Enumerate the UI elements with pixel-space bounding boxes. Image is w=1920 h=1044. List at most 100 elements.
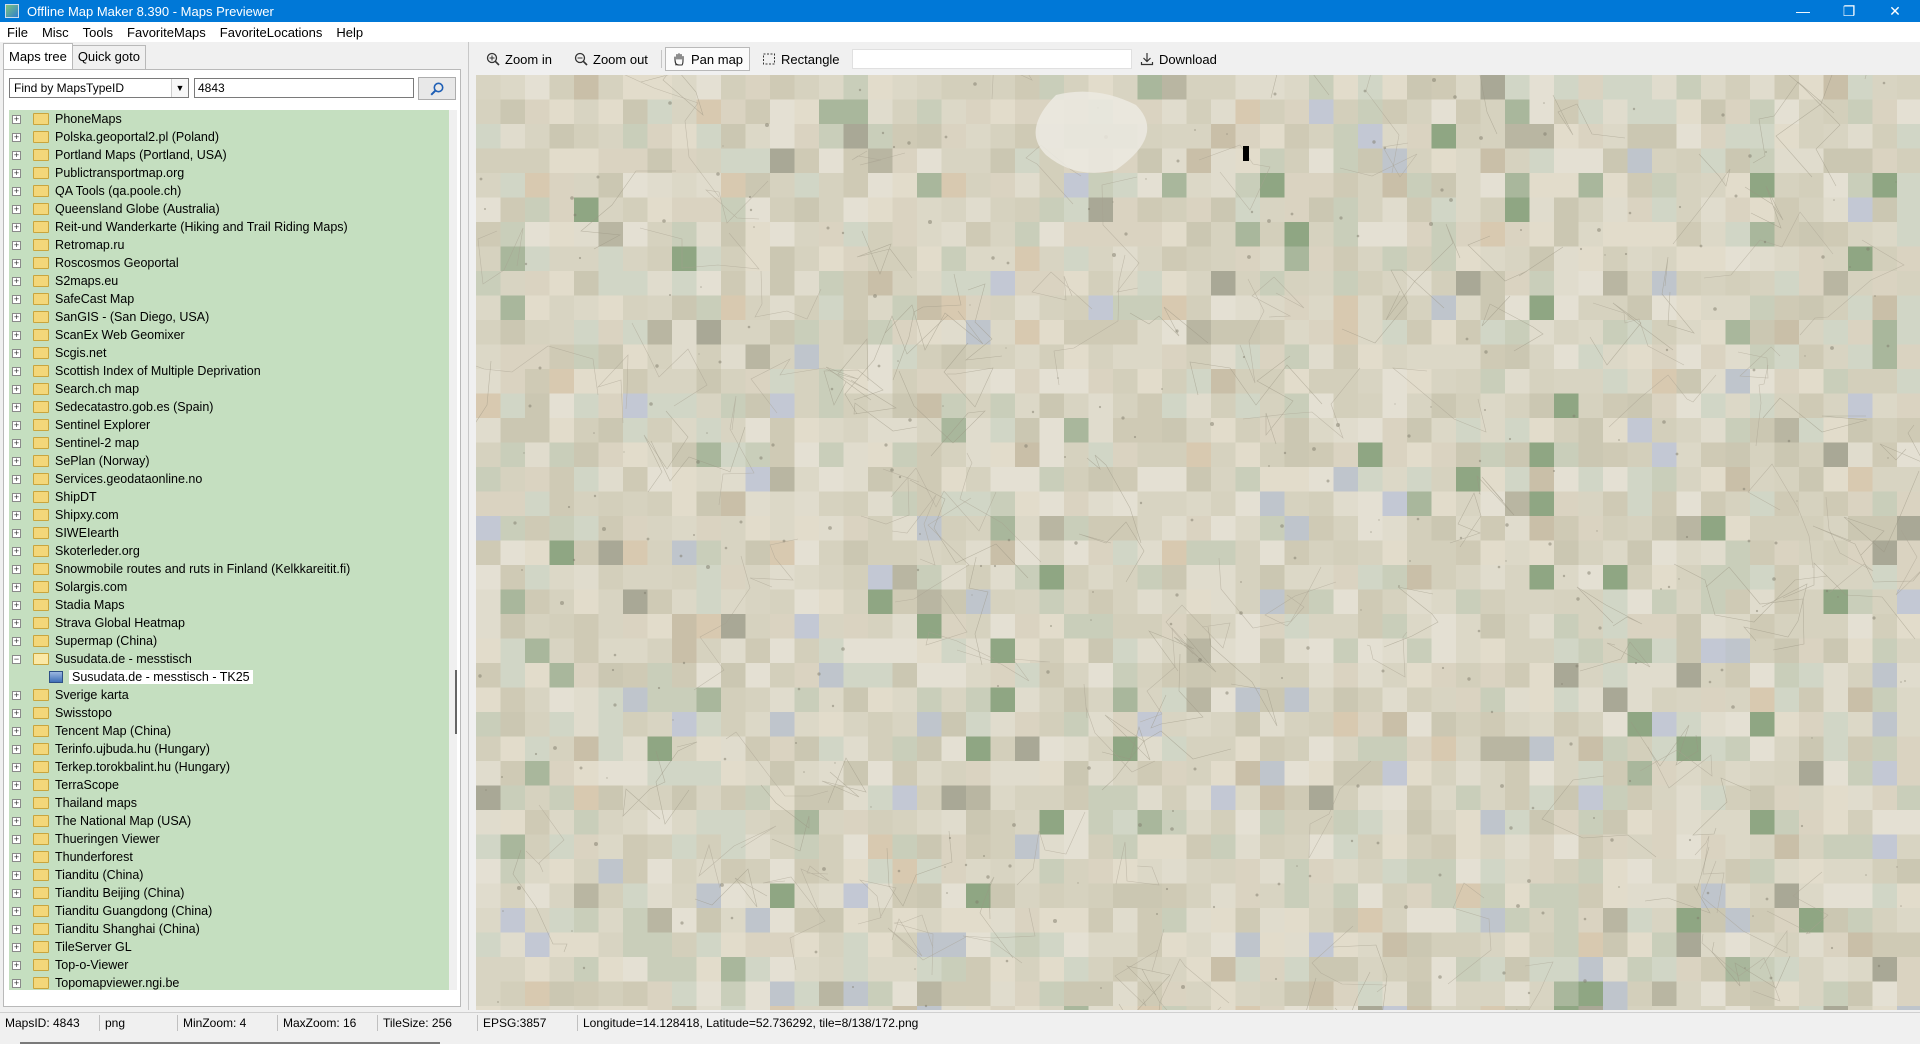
expand-icon[interactable]: +	[12, 240, 21, 250]
expand-icon[interactable]: +	[12, 456, 21, 466]
tree-item[interactable]: + Tianditu Beijing (China)	[9, 884, 449, 902]
expand-icon[interactable]: +	[12, 276, 21, 286]
tree-item[interactable]: + TileServer GL	[9, 938, 449, 956]
expand-icon[interactable]: +	[12, 258, 21, 268]
tree-item[interactable]: + Search.ch map	[9, 380, 449, 398]
tree-item[interactable]: + SanGIS - (San Diego, USA)	[9, 308, 449, 326]
expand-icon[interactable]: +	[12, 708, 21, 718]
tree-vertical-scrollbar[interactable]	[449, 110, 457, 990]
tree-item[interactable]: + Sverige karta	[9, 686, 449, 704]
expand-icon[interactable]: +	[12, 600, 21, 610]
expand-icon[interactable]: +	[12, 618, 21, 628]
tree-item[interactable]: + Top-o-Viewer	[9, 956, 449, 974]
tree-item[interactable]: + ShipDT	[9, 488, 449, 506]
map-canvas[interactable]	[476, 75, 1920, 1010]
menu-file[interactable]: File	[0, 25, 35, 40]
expand-icon[interactable]: +	[12, 492, 21, 502]
expand-icon[interactable]: +	[12, 960, 21, 970]
zoom-in-button[interactable]: Zoom in	[486, 47, 552, 71]
tree-item[interactable]: + ScanEx Web Geomixer	[9, 326, 449, 344]
expand-icon[interactable]: +	[12, 438, 21, 448]
expand-icon[interactable]: +	[12, 312, 21, 322]
download-button[interactable]: Download	[1140, 47, 1217, 71]
tree-item[interactable]: + Thunderforest	[9, 848, 449, 866]
find-mode-select[interactable]: Find by MapsTypeID ▼	[9, 78, 189, 98]
minimize-button[interactable]: —	[1780, 0, 1826, 22]
tree-item[interactable]: + TerraScope	[9, 776, 449, 794]
expand-icon[interactable]: +	[12, 564, 21, 574]
menu-favorite-maps[interactable]: FavoriteMaps	[120, 25, 213, 40]
tree-item[interactable]: + Swisstopo	[9, 704, 449, 722]
tree-item[interactable]: + Thailand maps	[9, 794, 449, 812]
menu-favorite-locations[interactable]: FavoriteLocations	[213, 25, 330, 40]
tree-item[interactable]: + Portland Maps (Portland, USA)	[9, 146, 449, 164]
maximize-button[interactable]: ❐	[1826, 0, 1872, 22]
tree-item[interactable]: + Scgis.net	[9, 344, 449, 362]
tree-item[interactable]: + SafeCast Map	[9, 290, 449, 308]
expand-icon[interactable]: +	[12, 366, 21, 376]
tree-item[interactable]: + PhoneMaps	[9, 110, 449, 128]
expand-icon[interactable]: +	[12, 762, 21, 772]
expand-icon[interactable]: +	[12, 474, 21, 484]
expand-icon[interactable]: +	[12, 402, 21, 412]
expand-icon[interactable]: +	[12, 384, 21, 394]
search-button[interactable]	[418, 77, 456, 100]
tree-item[interactable]: + Strava Global Heatmap	[9, 614, 449, 632]
tree-item[interactable]: + Topomapviewer.ngi.be	[9, 974, 449, 990]
tree-item[interactable]: + SIWEIearth	[9, 524, 449, 542]
expand-icon[interactable]: +	[12, 726, 21, 736]
expand-icon[interactable]: +	[12, 222, 21, 232]
expand-icon[interactable]: +	[12, 546, 21, 556]
expand-icon[interactable]: +	[12, 528, 21, 538]
expand-icon[interactable]: +	[12, 906, 21, 916]
tree-scroll-thumb[interactable]	[455, 670, 457, 734]
expand-icon[interactable]: +	[12, 114, 21, 124]
tree-item[interactable]: + Thueringen Viewer	[9, 830, 449, 848]
expand-icon[interactable]: +	[12, 204, 21, 214]
expand-icon[interactable]: +	[12, 690, 21, 700]
collapse-icon[interactable]: −	[12, 654, 21, 664]
tree-item[interactable]: + Reit-und Wanderkarte (Hiking and Trail …	[9, 218, 449, 236]
expand-icon[interactable]: +	[12, 330, 21, 340]
tree-item[interactable]: + Shipxy.com	[9, 506, 449, 524]
menu-tools[interactable]: Tools	[76, 25, 120, 40]
expand-icon[interactable]: +	[12, 870, 21, 880]
tree-item[interactable]: + Tianditu (China)	[9, 866, 449, 884]
menu-help[interactable]: Help	[329, 25, 370, 40]
tree-item[interactable]: + Sentinel Explorer	[9, 416, 449, 434]
tree-item[interactable]: + Tianditu Guangdong (China)	[9, 902, 449, 920]
close-button[interactable]: ✕	[1872, 0, 1918, 22]
tree-item[interactable]: + Roscosmos Geoportal	[9, 254, 449, 272]
expand-icon[interactable]: +	[12, 510, 21, 520]
expand-icon[interactable]: +	[12, 420, 21, 430]
tree-item[interactable]: + Retromap.ru	[9, 236, 449, 254]
tree-item[interactable]: + Terinfo.ujbuda.hu (Hungary)	[9, 740, 449, 758]
tree-item[interactable]: + Tencent Map (China)	[9, 722, 449, 740]
tree-item[interactable]: + Sedecatastro.gob.es (Spain)	[9, 398, 449, 416]
expand-icon[interactable]: +	[12, 168, 21, 178]
search-input[interactable]	[194, 78, 414, 98]
maps-tree[interactable]: + PhoneMaps + Polska.geoportal2.pl (Poland)…	[9, 110, 449, 990]
pan-map-button[interactable]: Pan map	[665, 47, 751, 71]
expand-icon[interactable]: +	[12, 942, 21, 952]
expand-icon[interactable]: +	[12, 582, 21, 592]
tree-item[interactable]: + Polska.geoportal2.pl (Poland)	[9, 128, 449, 146]
tab-quick-goto[interactable]: Quick goto	[71, 45, 146, 69]
expand-icon[interactable]: +	[12, 852, 21, 862]
tree-item[interactable]: − Susudata.de - messtisch	[9, 650, 449, 668]
expand-icon[interactable]: +	[12, 744, 21, 754]
tree-item[interactable]: + Terkep.torokbalint.hu (Hungary)	[9, 758, 449, 776]
tree-child-item[interactable]: Susudata.de - messtisch - TK25	[9, 668, 449, 686]
tree-item[interactable]: + Supermap (China)	[9, 632, 449, 650]
tree-item[interactable]: + Publictransportmap.org	[9, 164, 449, 182]
zoom-out-button[interactable]: Zoom out	[574, 47, 648, 71]
expand-icon[interactable]: +	[12, 780, 21, 790]
expand-icon[interactable]: +	[12, 636, 21, 646]
tree-item[interactable]: + Services.geodataonline.no	[9, 470, 449, 488]
expand-icon[interactable]: +	[12, 834, 21, 844]
tree-item[interactable]: + The National Map (USA)	[9, 812, 449, 830]
expand-icon[interactable]: +	[12, 150, 21, 160]
tree-item[interactable]: + Stadia Maps	[9, 596, 449, 614]
tree-item[interactable]: + Scottish Index of Multiple Deprivation	[9, 362, 449, 380]
chevron-down-icon[interactable]: ▼	[171, 79, 188, 97]
